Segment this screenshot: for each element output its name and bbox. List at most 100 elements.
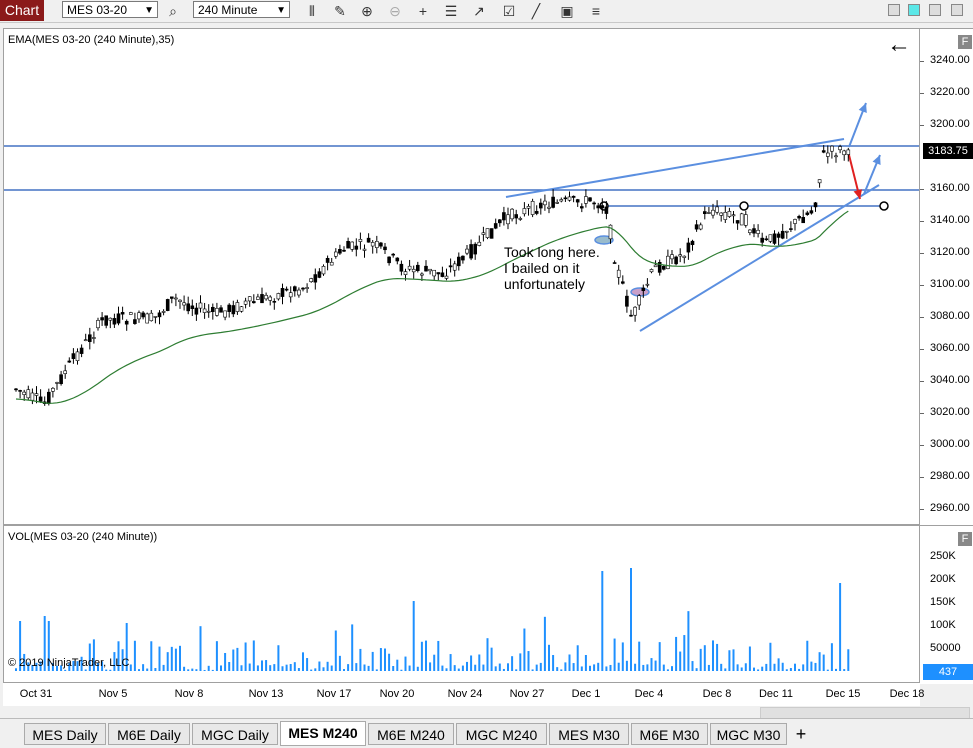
candle-body <box>112 318 117 325</box>
volume-bar <box>203 669 206 671</box>
candle-body <box>678 254 683 257</box>
candle-body <box>190 305 195 310</box>
candle-body <box>231 305 236 315</box>
maximize-icon[interactable] <box>929 4 941 16</box>
tab-mes-daily[interactable]: MES Daily <box>24 723 106 745</box>
tab-mes-m30[interactable]: MES M30 <box>549 723 629 745</box>
volume-axis[interactable]: F 250K 200K 150K 100K 50000 437 <box>920 525 973 684</box>
candle-body <box>653 264 658 268</box>
candle-body <box>305 287 309 289</box>
candle-body <box>543 200 547 206</box>
instrument-selector[interactable]: MES 03-20 ▼ <box>62 1 158 18</box>
crosshair-icon[interactable]: + <box>414 2 432 20</box>
add-tab-button[interactable]: + <box>787 723 815 745</box>
price-axis[interactable]: F 3240.00 3220.00 3200.00 3160.00 3140.00 312… <box>920 28 973 526</box>
interval-selector[interactable]: 240 Minute ▼ <box>193 1 290 18</box>
candle-body <box>735 220 740 224</box>
candle-body <box>370 242 375 247</box>
link-icon[interactable] <box>908 4 920 16</box>
candle-body <box>821 150 826 153</box>
candle-body <box>707 212 711 214</box>
volume-chart[interactable] <box>4 526 919 682</box>
candle-body <box>227 304 231 312</box>
tab-mgc-daily[interactable]: MGC Daily <box>192 723 278 745</box>
properties-icon[interactable]: ☰ <box>442 2 460 20</box>
volume-bar <box>236 647 239 671</box>
candle-body <box>752 228 756 234</box>
volume-bar <box>515 669 518 671</box>
candle-body <box>641 287 646 291</box>
close-icon[interactable] <box>951 4 963 16</box>
candle-body <box>830 145 834 152</box>
volume-bar <box>646 664 649 671</box>
price-tick: 3160.00 <box>930 182 970 194</box>
volume-bar <box>630 568 632 671</box>
volume-bar <box>240 665 243 671</box>
candle-body <box>493 223 498 229</box>
volume-bar <box>138 669 140 671</box>
volume-bar <box>392 666 395 671</box>
drawing-tools-icon[interactable]: ╱ <box>527 2 545 20</box>
candle-body <box>645 283 650 286</box>
zoom-in-icon[interactable]: ⊕ <box>358 2 376 20</box>
candle-body <box>793 219 797 224</box>
candle-body <box>354 245 359 250</box>
pencil-icon[interactable]: ✎ <box>331 2 349 20</box>
price-chart[interactable] <box>4 29 919 524</box>
price-tick: 3020.00 <box>930 406 970 418</box>
bar-type-icon[interactable]: ⫴ <box>303 2 321 20</box>
candle-body <box>518 218 523 220</box>
search-icon[interactable]: ⌕ <box>164 2 182 20</box>
price-panel[interactable]: EMA(MES 03-20 (240 Minute),35) ← Took lo… <box>3 28 920 525</box>
candle-body <box>399 263 404 272</box>
candle-body <box>764 238 769 241</box>
candle-body <box>157 312 162 318</box>
volume-bar <box>64 669 67 671</box>
list-icon[interactable]: ≡ <box>587 2 605 20</box>
volume-bar <box>699 648 702 671</box>
tab-mgc-m240[interactable]: MGC M240 <box>456 723 547 745</box>
volume-bar <box>84 669 87 671</box>
time-axis[interactable]: Oct 31 Nov 5 Nov 8 Nov 13 Nov 17 Nov 20 Nov 24… <box>3 683 924 706</box>
strategies-icon[interactable]: ☑ <box>500 2 518 20</box>
volume-bar <box>277 645 280 671</box>
price-tick: 3200.00 <box>930 118 970 130</box>
tab-m6e-daily[interactable]: M6E Daily <box>108 723 190 745</box>
volume-bar <box>523 628 526 671</box>
time-label: Nov 24 <box>447 688 483 700</box>
volume-bar <box>621 642 624 671</box>
data-box-icon[interactable]: ▣ <box>558 2 576 20</box>
candle-body <box>165 299 170 311</box>
candle-body <box>661 266 666 270</box>
candle-body <box>768 234 773 242</box>
volume-panel[interactable]: VOL(MES 03-20 (240 Minute)) © 2019 Ninja… <box>3 525 920 683</box>
candle-body <box>362 248 367 251</box>
tab-mes-m240[interactable]: MES M240 <box>280 721 366 746</box>
candle-body <box>260 294 264 304</box>
tab-m6e-m30[interactable]: M6E M30 <box>631 723 708 745</box>
exit-ellipse <box>630 287 650 297</box>
minimize-icon[interactable] <box>888 4 900 16</box>
volume-bar <box>527 651 530 671</box>
price-tick: 3140.00 <box>930 214 970 226</box>
volume-bar <box>634 663 637 671</box>
candle-body <box>670 254 674 260</box>
tab-m6e-m240[interactable]: M6E M240 <box>368 723 454 745</box>
candle-body <box>448 265 453 268</box>
panel-toggle-button[interactable]: F <box>958 35 972 49</box>
candle-body <box>497 219 502 224</box>
zoom-out-icon[interactable]: ⊖ <box>386 2 404 20</box>
volume-bar <box>322 667 325 671</box>
tab-mgc-m30[interactable]: MGC M30 <box>710 723 787 745</box>
panel-toggle-button[interactable]: F <box>958 532 972 546</box>
indicators-icon[interactable]: ↗ <box>470 2 488 20</box>
volume-bar <box>179 645 181 671</box>
candle-body <box>666 255 670 269</box>
volume-bar <box>839 583 842 671</box>
candle-body <box>575 199 580 203</box>
volume-bar <box>445 668 448 671</box>
candle-body <box>149 312 154 322</box>
chart-menu-button[interactable]: Chart <box>0 0 44 21</box>
price-tick: 3000.00 <box>930 438 970 450</box>
back-arrow-icon[interactable]: ← <box>887 33 911 57</box>
